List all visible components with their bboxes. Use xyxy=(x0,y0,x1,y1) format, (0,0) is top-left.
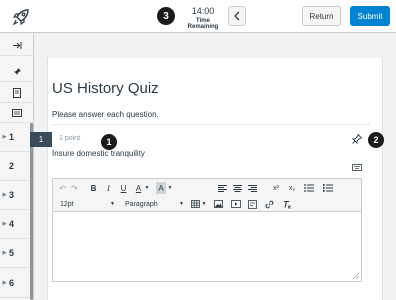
caret-right-icon: ▶ xyxy=(2,134,7,140)
italic-button[interactable]: I xyxy=(104,182,113,194)
expand-sidebar-button[interactable] xyxy=(0,36,34,56)
sidebar-question-item[interactable]: ▶ 3 xyxy=(0,181,30,210)
align-left-icon[interactable] xyxy=(218,185,227,192)
sidebar-question-item[interactable]: 2 xyxy=(0,152,30,181)
media-icon[interactable] xyxy=(231,200,241,208)
bullet-list-icon[interactable] xyxy=(304,184,314,192)
return-button[interactable]: Return xyxy=(302,6,341,26)
sidebar-question-item[interactable]: ▶ 6 xyxy=(0,269,30,298)
callout-1: 1 xyxy=(101,134,117,150)
align-center-icon[interactable] xyxy=(233,185,242,192)
question-text: Insure domestic tranquility xyxy=(52,149,145,158)
pin-icon xyxy=(13,68,21,75)
undo-icon[interactable]: ↶ xyxy=(58,182,67,194)
font-size-value: 12pt xyxy=(60,200,74,208)
redo-icon[interactable]: ↷ xyxy=(70,182,79,194)
document-button[interactable] xyxy=(0,83,34,103)
chevron-down-icon: ▼ xyxy=(179,201,184,207)
sidebar-question-number: 3 xyxy=(9,190,15,200)
format-value: Paragraph xyxy=(125,200,158,208)
time-remaining[interactable]: 14:00 Time Remaining xyxy=(180,6,226,31)
background-color-button[interactable]: A xyxy=(156,182,166,194)
format-select[interactable]: Paragraph ▼ xyxy=(125,199,184,209)
document-icon xyxy=(13,87,21,98)
rich-text-editor: ↶ ↷ B I U A ▼ A ▼ x² x₂ 12pt ▼ Paragraph… xyxy=(52,178,362,282)
sidebar-question-item[interactable]: ▶ 4 xyxy=(0,210,30,239)
keyboard-icon xyxy=(12,108,22,117)
chevron-left-icon xyxy=(234,11,240,21)
chevron-down-icon[interactable]: ▼ xyxy=(167,182,173,194)
top-bar: 3 14:00 Time Remaining Return Submit xyxy=(0,0,396,33)
question-points: 1 point xyxy=(59,135,81,142)
page-title: US History Quiz xyxy=(52,80,159,97)
align-right-icon[interactable] xyxy=(248,185,257,192)
image-icon[interactable] xyxy=(214,200,223,208)
question-number-badge: 1 xyxy=(30,132,52,147)
numbered-list-icon[interactable] xyxy=(323,184,333,192)
expand-arrow-icon xyxy=(12,42,21,49)
collapse-sidebar-button[interactable] xyxy=(228,6,246,26)
keyboard-shortcuts-icon[interactable] xyxy=(352,164,362,171)
callout-3: 3 xyxy=(157,7,175,25)
sidebar-question-number: 1 xyxy=(9,132,15,142)
chevron-down-icon: ▼ xyxy=(110,201,115,207)
clear-formatting-icon[interactable] xyxy=(282,200,291,209)
question-sidebar: ▶ 1 2 ▶ 3 ▶ 4 ▶ 5 ▶ 6 xyxy=(0,33,34,300)
editor-content-area[interactable] xyxy=(53,212,361,281)
subscript-button[interactable]: x₂ xyxy=(287,182,297,194)
calculator-button[interactable] xyxy=(0,103,34,123)
caret-right-icon: ▶ xyxy=(2,280,7,286)
link-icon[interactable] xyxy=(265,200,274,209)
sidebar-question-item[interactable]: ▶ 5 xyxy=(0,239,30,268)
sidebar-question-number: 4 xyxy=(9,219,15,229)
sidebar-question-item[interactable]: ▶ 1 xyxy=(0,123,30,152)
editor-toolbar: ↶ ↷ B I U A ▼ A ▼ x² x₂ 12pt ▼ Paragraph… xyxy=(53,179,361,212)
chevron-down-icon[interactable]: ▼ xyxy=(201,198,207,210)
underline-button[interactable]: U xyxy=(119,182,128,194)
chevron-down-icon[interactable]: ▼ xyxy=(144,182,150,194)
sidebar-question-number: 6 xyxy=(9,278,15,288)
text-color-button[interactable]: A xyxy=(134,182,143,194)
submit-button[interactable]: Submit xyxy=(350,6,390,26)
superscript-button[interactable]: x² xyxy=(271,182,281,194)
sidebar-question-number: 2 xyxy=(9,161,15,171)
pin-icon[interactable] xyxy=(352,134,362,144)
resize-handle-icon[interactable] xyxy=(353,273,359,279)
caret-right-icon: ▶ xyxy=(2,250,7,256)
bold-button[interactable]: B xyxy=(89,182,98,194)
embed-icon[interactable] xyxy=(248,200,257,209)
divider xyxy=(52,124,370,125)
caret-right-icon: ▶ xyxy=(2,192,7,198)
timer-label: Time Remaining xyxy=(187,18,219,30)
sidebar-question-number: 5 xyxy=(9,248,15,258)
table-icon[interactable] xyxy=(191,200,200,208)
font-size-select[interactable]: 12pt ▼ xyxy=(60,199,115,209)
main-content: US History Quiz Please answer each quest… xyxy=(30,33,396,300)
quiz-instructions: Please answer each question. xyxy=(52,110,159,119)
pinned-questions-button[interactable] xyxy=(0,62,34,82)
timer-value: 14:00 xyxy=(191,6,215,16)
rocket-icon[interactable] xyxy=(11,7,31,27)
sidebar-scrollbar[interactable] xyxy=(30,123,33,300)
callout-2: 2 xyxy=(368,132,384,148)
caret-right-icon: ▶ xyxy=(2,221,7,227)
